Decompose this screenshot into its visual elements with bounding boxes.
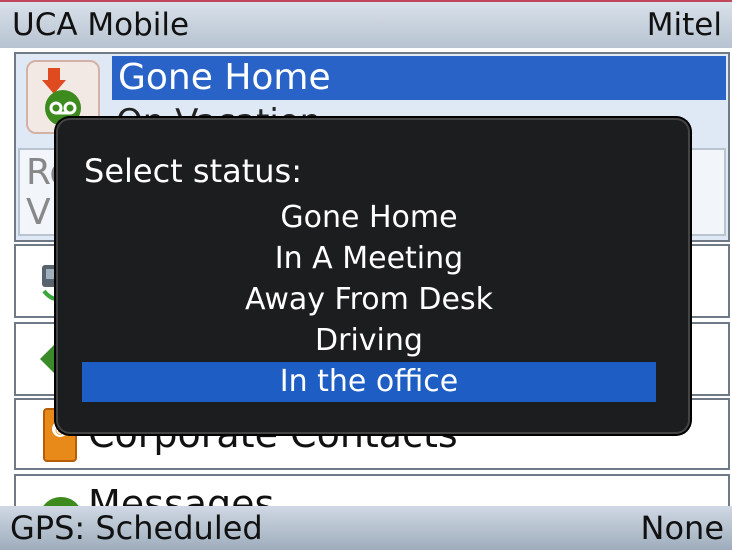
- status-right: None: [640, 509, 724, 547]
- select-status-dialog: Select status: Gone Home In A Meeting Aw…: [56, 118, 690, 434]
- status-option-gone-home[interactable]: Gone Home: [82, 198, 656, 238]
- gps-status: GPS: Scheduled: [10, 509, 263, 547]
- dialog-title: Select status:: [84, 152, 302, 190]
- status-option-driving[interactable]: Driving: [82, 321, 656, 361]
- app-title: UCA Mobile: [12, 7, 190, 43]
- status-option-in-a-meeting[interactable]: In A Meeting: [82, 239, 656, 279]
- brand-label: Mitel: [646, 7, 722, 43]
- status-option-away-from-desk[interactable]: Away From Desk: [82, 280, 656, 320]
- title-bar: UCA Mobile Mitel: [0, 0, 732, 48]
- detail-label-bottom: V: [26, 192, 51, 233]
- status-option-in-the-office[interactable]: In the office: [82, 362, 656, 402]
- current-status[interactable]: Gone Home: [112, 56, 726, 100]
- status-bar: GPS: Scheduled None: [0, 506, 732, 550]
